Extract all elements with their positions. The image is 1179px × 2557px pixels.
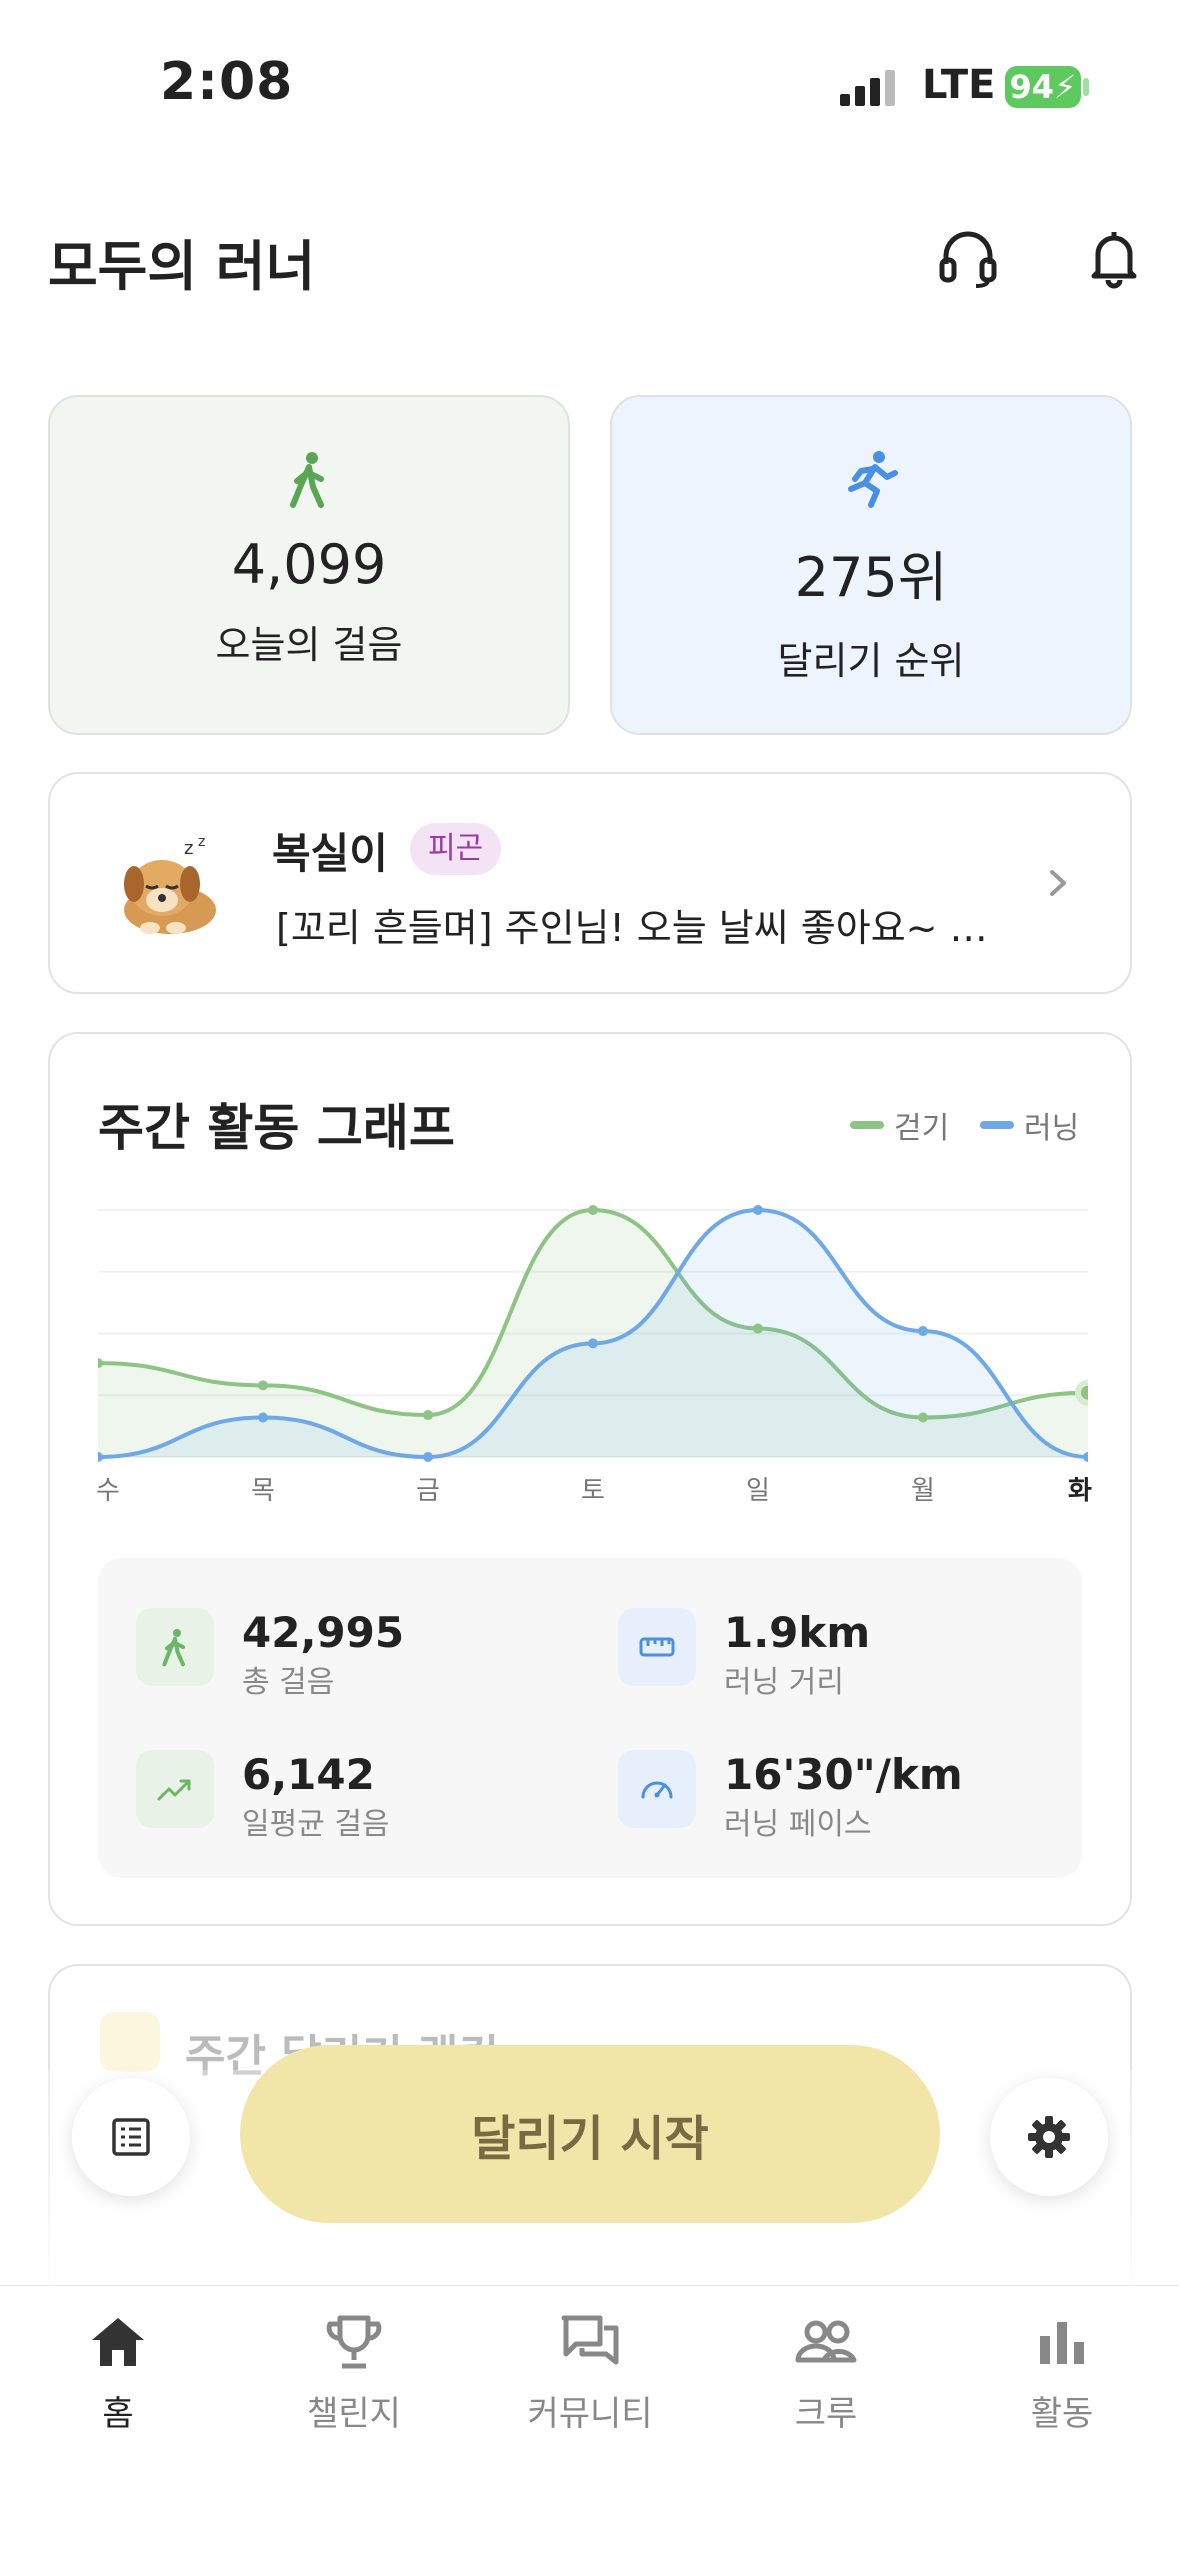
legend-run: 러닝 [980,1103,1079,1147]
tab-activity-label: 활동 [1030,2394,1094,2434]
today-steps-label: 오늘의 걸음 [215,623,403,667]
series-run-point [258,1412,268,1423]
x-axis-label: 화 [1068,1476,1092,1506]
series-walk-point [588,1205,598,1215]
people-icon [795,2320,857,2363]
home-icon [92,2318,144,2366]
today-steps-card[interactable]: 4,099 오늘의 걸음 [48,395,570,735]
tab-challenge-label: 챌린지 [307,2394,401,2434]
daily-avg-value: 6,142 [242,1750,375,1799]
tab-home[interactable]: 홈 [18,2310,218,2435]
network-type: LTE [922,62,996,108]
pet-message: [꼬리 흔들며] 주인님! 오늘 날씨 좋아요~ 바… [276,906,1016,950]
list-button[interactable] [72,2078,190,2196]
tab-crew[interactable]: 크루 [726,2310,926,2435]
running-rank-label: 달리기 순위 [777,639,965,683]
trend-icon [136,1750,214,1828]
legend-run-swatch [980,1121,1014,1129]
chat-icon [561,2315,619,2365]
legend-run-label: 러닝 [1024,1111,1080,1146]
battery-tip [1083,78,1089,96]
tab-community-label: 커뮤니티 [527,2394,653,2434]
series-walk-point [423,1410,433,1421]
ruler-icon [618,1608,696,1686]
weekly-activity-chart [98,1205,1088,1462]
tab-challenge[interactable]: 챌린지 [254,2310,454,2435]
legend-walk-label: 걷기 [894,1111,950,1146]
start-running-button[interactable]: 달리기 시작 [240,2045,940,2223]
run-distance-label: 러닝 거리 [724,1665,844,1700]
weekly-graph-title: 주간 활동 그래프 [98,1099,455,1157]
series-run-point [588,1338,598,1349]
pet-mood-badge: 피곤 [410,823,502,875]
daily-avg-label: 일평균 걸음 [242,1807,390,1842]
run-pace-value: 16'30"/km [724,1750,963,1799]
gear-icon [1028,2116,1070,2158]
tab-crew-label: 크루 [794,2394,858,2434]
headset-icon[interactable] [936,226,1000,290]
pet-name: 복실이 [272,829,388,878]
legend-walk: 걷기 [850,1103,949,1147]
series-walk-point [753,1323,763,1334]
running-rank-card[interactable]: 275위 달리기 순위 [610,395,1132,735]
x-axis-label: 수 [96,1476,120,1506]
svg-text:z: z [184,838,193,859]
walk-icon [290,452,324,508]
series-walk-point [258,1380,268,1391]
tab-activity[interactable]: 활동 [962,2310,1162,2435]
bar-chart-icon [1040,2322,1084,2364]
legend-walk-swatch [850,1121,884,1129]
series-run-point [918,1326,928,1337]
x-axis-label: 월 [911,1476,935,1506]
list-icon [112,2118,150,2156]
tab-home-label: 홈 [102,2394,134,2434]
summary-run-distance: 1.9km 러닝 거리 [618,1608,870,1701]
x-axis-label: 일 [746,1476,770,1506]
status-time: 2:08 [160,52,294,112]
series-walk-point [1075,1379,1088,1406]
gauge-icon [618,1750,696,1828]
sleeping-dog-icon: z z [124,834,216,934]
x-axis-label: 목 [251,1476,275,1506]
run-pace-label: 러닝 페이스 [724,1807,872,1842]
bell-icon[interactable] [1082,226,1146,290]
total-steps-label: 총 걸음 [242,1665,335,1700]
battery-level: 94 [1009,68,1055,106]
summary-total-steps: 42,995 총 걸음 [136,1608,404,1701]
chevron-right-icon [1050,870,1066,896]
signal-icon [840,70,895,106]
total-steps-value: 42,995 [242,1608,405,1657]
settings-button[interactable] [990,2078,1108,2196]
walk-icon [136,1608,214,1686]
run-icon [848,451,898,508]
summary-daily-avg: 6,142 일평균 걸음 [136,1750,390,1843]
today-steps-value: 4,099 [231,533,387,596]
summary-run-pace: 16'30"/km 러닝 페이스 [618,1750,963,1843]
series-walk-point [918,1412,928,1423]
battery-indicator: 94 ⚡ [1005,66,1081,108]
trophy-icon [100,2012,160,2072]
series-run-point [753,1205,763,1215]
trophy-icon [326,2315,382,2369]
x-axis-label: 토 [581,1476,605,1506]
x-axis-label: 금 [416,1476,440,1506]
series-run-point [423,1452,433,1462]
page-title: 모두의 러너 [48,235,316,298]
tab-community[interactable]: 커뮤니티 [490,2310,690,2435]
run-distance-value: 1.9km [724,1608,871,1657]
svg-text:z: z [198,834,205,850]
running-rank-value: 275위 [794,546,948,609]
